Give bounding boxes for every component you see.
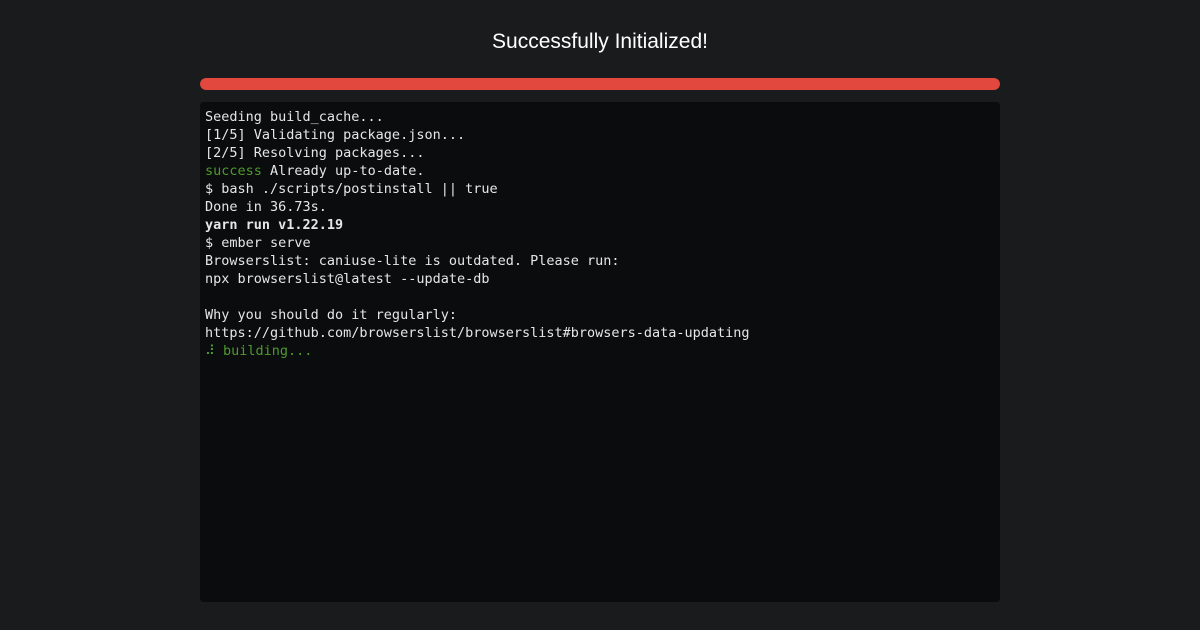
terminal-text: npx browserslist@latest --update-db	[205, 271, 490, 287]
terminal-line: Why you should do it regularly:	[205, 306, 995, 324]
terminal-line: https://github.com/browserslist/browsers…	[205, 324, 995, 342]
terminal-line: $ ember serve	[205, 234, 995, 252]
terminal-line: yarn run v1.22.19	[205, 216, 995, 234]
terminal-text: $ ember serve	[205, 235, 311, 251]
terminal-text: Why you should do it regularly:	[205, 307, 457, 323]
terminal-text: [2/5] Resolving packages...	[205, 145, 425, 161]
terminal-text: https://github.com/browserslist/browsers…	[205, 325, 750, 341]
terminal-line: [2/5] Resolving packages...	[205, 144, 995, 162]
terminal-line: success Already up-to-date.	[205, 162, 995, 180]
terminal-text: Browserslist: caniuse-lite is outdated. …	[205, 253, 620, 269]
terminal-text: [1/5] Validating package.json...	[205, 127, 466, 143]
terminal-line: Done in 36.73s.	[205, 198, 995, 216]
terminal-output[interactable]: Seeding build_cache... [1/5] Validating p…	[200, 102, 1000, 602]
terminal-line: [1/5] Validating package.json...	[205, 126, 995, 144]
terminal-text: Already up-to-date.	[261, 163, 425, 179]
page-title: Successfully Initialized!	[492, 30, 708, 53]
terminal-text: Seeding build_cache...	[205, 109, 384, 125]
terminal-line: Browserslist: caniuse-lite is outdated. …	[205, 252, 995, 270]
terminal-text: $ bash ./scripts/postinstall || true	[205, 181, 498, 197]
terminal-text: yarn run v1.22.19	[205, 217, 344, 233]
terminal-line: ⠼ building...	[205, 342, 995, 360]
page: Successfully Initialized! Seeding build_…	[0, 0, 1200, 630]
terminal-highlight-text: ⠼ building...	[205, 343, 313, 359]
progress-bar	[200, 78, 1000, 90]
terminal-text: Done in 36.73s.	[205, 199, 327, 215]
terminal-line: npx browserslist@latest --update-db	[205, 270, 995, 288]
progress-bar-fill	[200, 78, 1000, 90]
terminal-line: Seeding build_cache...	[205, 108, 995, 126]
terminal-highlight-text: success	[205, 163, 262, 179]
terminal-line: $ bash ./scripts/postinstall || true	[205, 180, 995, 198]
